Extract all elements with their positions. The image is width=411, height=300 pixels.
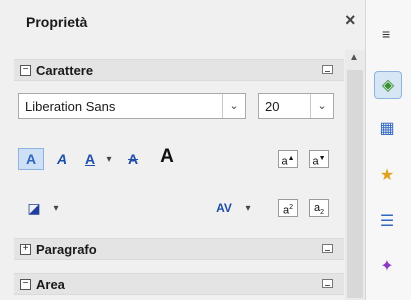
character-spacing-icon[interactable]: AV xyxy=(210,197,238,219)
font-name-value: Liberation Sans xyxy=(25,99,116,114)
shrink-font-icon[interactable]: a▼ xyxy=(309,150,329,168)
spacing-dropdown-icon[interactable]: ▾ xyxy=(242,197,254,219)
italic-a-icon[interactable]: A xyxy=(50,148,74,170)
font-name-combo[interactable]: Liberation Sans ⌄ xyxy=(18,93,246,119)
section-area-label: Area xyxy=(36,277,65,292)
more-options-icon[interactable] xyxy=(322,244,333,253)
scroll-up-icon[interactable]: ▲ xyxy=(349,52,359,63)
styles-tab-icon[interactable]: ▦ xyxy=(374,115,400,141)
close-icon[interactable]: × xyxy=(345,10,356,31)
font-color-icon[interactable]: ◪ xyxy=(20,197,48,219)
font-size-combo[interactable]: 20 ⌄ xyxy=(258,93,334,119)
superscript-icon[interactable]: a2 xyxy=(278,199,298,217)
collapse-icon[interactable]: − xyxy=(20,279,31,290)
strikethrough-a-icon[interactable]: A xyxy=(120,148,146,170)
properties-tab-icon[interactable]: ◈ xyxy=(374,71,402,99)
collapse-icon[interactable]: − xyxy=(20,65,31,76)
chevron-down-icon[interactable]: ⌄ xyxy=(310,94,333,118)
properties-panel: Proprietà × − Carattere Liberation Sans … xyxy=(0,0,366,300)
section-carattere-header[interactable]: − Carattere xyxy=(14,59,344,81)
section-area-header[interactable]: − Area xyxy=(14,273,344,295)
section-paragrafo-header[interactable]: + Paragrafo xyxy=(14,238,344,260)
menu-icon[interactable]: ≡ xyxy=(382,26,390,42)
chevron-down-icon[interactable]: ⌄ xyxy=(222,94,245,118)
font-size-value: 20 xyxy=(265,99,280,114)
more-options-icon[interactable] xyxy=(322,65,333,74)
section-paragrafo-label: Paragrafo xyxy=(36,242,97,257)
expand-icon[interactable]: + xyxy=(20,244,31,255)
gallery-tab-icon[interactable]: ★ xyxy=(374,162,400,188)
animation-tab-icon[interactable]: ✦ xyxy=(374,253,400,279)
bold-a-icon[interactable]: A xyxy=(154,146,180,168)
section-carattere-label: Carattere xyxy=(36,63,94,78)
scrollbar-thumb[interactable] xyxy=(347,70,363,298)
deck-title-bar: Proprietà × xyxy=(0,0,366,44)
shadow-icon[interactable]: A xyxy=(18,148,44,170)
underline-dropdown-icon[interactable]: ▾ xyxy=(103,148,115,170)
deck-title: Proprietà xyxy=(26,14,88,30)
grow-font-icon[interactable]: a▲ xyxy=(278,150,298,168)
subscript-icon[interactable]: a2 xyxy=(309,199,329,217)
font-color-dropdown-icon[interactable]: ▾ xyxy=(50,197,62,219)
underline-a-icon[interactable]: A xyxy=(78,148,102,170)
navigator-tab-icon[interactable]: ☰ xyxy=(374,208,400,234)
panel-scrollbar[interactable]: ▲ xyxy=(345,50,365,300)
more-options-icon[interactable] xyxy=(322,279,333,288)
